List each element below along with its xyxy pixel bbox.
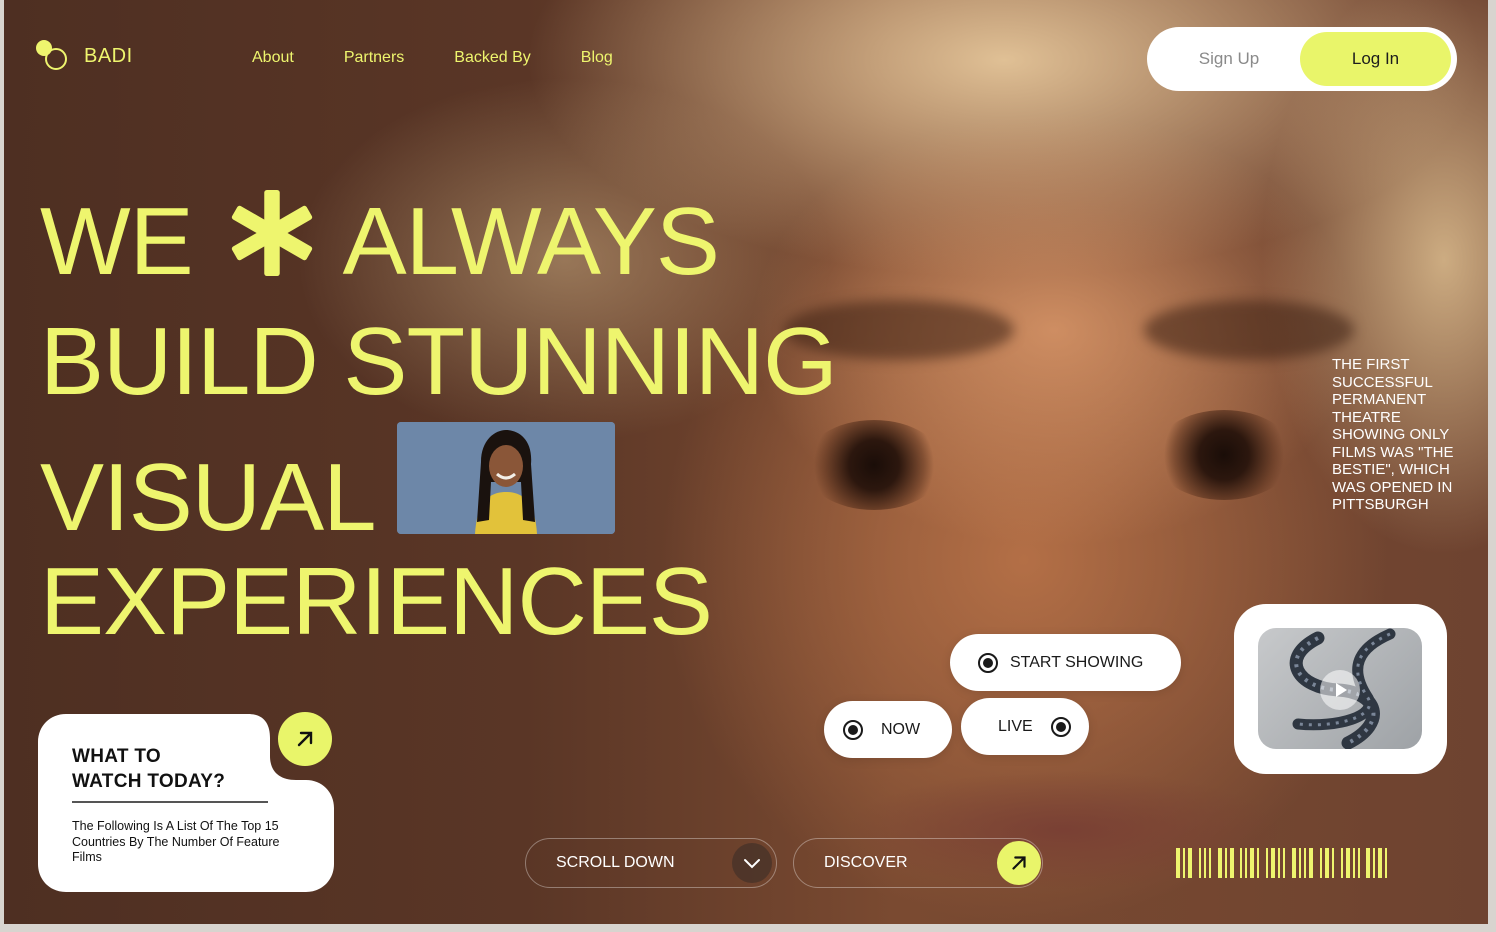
live-label: LIVE bbox=[998, 717, 1033, 735]
watch-title-line-1: WHAT TO bbox=[72, 746, 161, 767]
side-fact-text: THE FIRST SUCCESSFUL PERMANENT THEATRE S… bbox=[1332, 356, 1454, 513]
arrow-up-right-icon bbox=[1012, 856, 1026, 870]
now-label: NOW bbox=[881, 720, 921, 738]
radio-selected-icon bbox=[1050, 716, 1071, 737]
watch-card-divider bbox=[72, 801, 268, 803]
headline-line-2: BUILD STUNNING bbox=[40, 308, 838, 415]
nav-item-partners[interactable]: Partners bbox=[344, 49, 404, 67]
watch-card-arrow-button[interactable] bbox=[278, 712, 332, 766]
video-thumbnail bbox=[1258, 628, 1422, 749]
headline-word-we: WE bbox=[40, 188, 194, 295]
barcode-icon bbox=[1176, 848, 1448, 878]
logo-mark-icon bbox=[36, 40, 70, 72]
auth-group: Sign Up Log In bbox=[1147, 27, 1457, 91]
brand-name: BADI bbox=[84, 44, 133, 67]
chevron-down-icon bbox=[744, 859, 760, 869]
asterisk-icon bbox=[231, 190, 312, 276]
brand-logo[interactable]: BADI bbox=[36, 40, 133, 72]
live-option[interactable]: LIVE bbox=[961, 698, 1089, 755]
inline-portrait-image bbox=[397, 422, 616, 534]
arrow-up-right-icon bbox=[297, 731, 313, 747]
sign-up-button[interactable]: Sign Up bbox=[1167, 27, 1291, 91]
right-eye bbox=[1154, 410, 1294, 500]
headline-word-always: ALWAYS bbox=[342, 188, 720, 295]
start-showing-label: START SHOWING bbox=[1010, 653, 1144, 671]
video-preview-card[interactable] bbox=[1234, 604, 1447, 774]
nav-item-about[interactable]: About bbox=[252, 49, 294, 67]
start-showing-option[interactable]: START SHOWING bbox=[950, 634, 1181, 691]
headline-line-3: VISUAL bbox=[40, 422, 837, 551]
discover-label: DISCOVER bbox=[824, 854, 908, 871]
watch-card-title: WHAT TO WATCH TODAY? bbox=[72, 744, 225, 794]
radio-selected-icon bbox=[978, 652, 998, 673]
headline-line-4: EXPERIENCES bbox=[40, 548, 713, 655]
log-in-button[interactable]: Log In bbox=[1300, 32, 1451, 86]
headline-line-1: WE ALWAYS bbox=[40, 182, 837, 302]
scroll-down-button[interactable]: SCROLL DOWN bbox=[525, 838, 777, 888]
now-option[interactable]: NOW bbox=[824, 701, 952, 758]
hero-headline: WE ALWAYS BUILD STUNNING VISUAL EXPERIEN… bbox=[40, 182, 838, 662]
scroll-down-label: SCROLL DOWN bbox=[556, 854, 675, 871]
nav-item-backed-by[interactable]: Backed By bbox=[454, 49, 530, 67]
radio-selected-icon bbox=[843, 719, 863, 740]
play-button[interactable] bbox=[1320, 670, 1360, 710]
chevron-down-button[interactable] bbox=[732, 843, 772, 883]
right-brow bbox=[1144, 300, 1354, 360]
discover-arrow-button[interactable] bbox=[997, 841, 1041, 885]
watch-title-line-2: WATCH TODAY? bbox=[72, 771, 226, 792]
headline-word-visual: VISUAL bbox=[40, 444, 376, 551]
nav-item-blog[interactable]: Blog bbox=[581, 49, 613, 67]
main-nav: About Partners Backed By Blog bbox=[252, 49, 663, 67]
play-icon bbox=[1336, 683, 1347, 697]
watch-card-description: The Following Is A List Of The Top 15 Co… bbox=[72, 819, 280, 864]
